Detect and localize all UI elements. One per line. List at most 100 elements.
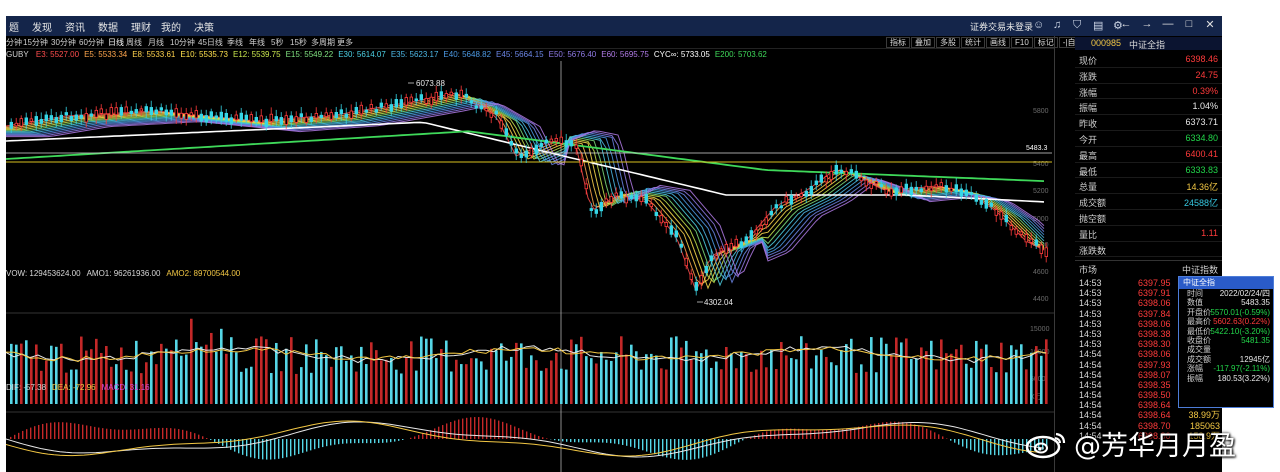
volume-bar [80,336,83,404]
user-icon[interactable]: ☺ [1033,19,1044,32]
notes-icon[interactable]: ▤ [1093,19,1104,32]
menu-data[interactable]: 数据 [98,19,118,34]
macd-bar [610,439,612,444]
period-weekly[interactable]: 周线 [126,37,142,48]
draw-line-button[interactable]: 画线 [986,37,1010,48]
candle-body [829,170,833,181]
period-1min[interactable]: 分钟 [6,37,22,48]
forward-icon[interactable]: → [1141,18,1153,31]
overlay-button[interactable]: 叠加 [911,37,935,48]
candle-body [674,230,678,238]
volume-bar [655,355,658,404]
macd-bar [194,433,196,439]
candle-body [874,181,878,185]
macd-bar [454,420,456,439]
volume-bar [640,369,643,404]
candle-body [804,190,808,197]
period-30min[interactable]: 30分钟 [51,37,76,48]
minimize-button[interactable]: — [1162,18,1174,31]
period-monthly[interactable]: 月线 [148,37,164,48]
tick-volume: 38.99万 [1188,410,1220,421]
macd-bar [82,424,84,439]
candle-body [474,105,478,109]
candle-body [554,138,558,142]
bell-icon[interactable]: ♫ [1053,19,1064,32]
stock-code[interactable]: 000985 [1091,38,1121,48]
period-45day[interactable]: 45日线 [198,37,223,48]
menu-discover[interactable]: 发现 [32,19,52,34]
volume-bar [865,371,868,404]
candle-body [144,106,148,113]
volume-bar [540,370,543,404]
tick-time: 14:53 [1079,328,1102,339]
candle-body [754,229,758,235]
period-quarter[interactable]: 季线 [227,37,243,48]
menu-decision[interactable]: 决策 [194,19,214,34]
period-15sec[interactable]: 15秒 [290,37,307,48]
macd-bar [162,427,164,439]
volume-bar [200,346,203,404]
statistics-button[interactable]: 统计 [961,37,985,48]
period-daily[interactable]: 日线 [108,37,124,48]
volume-bar [965,363,968,404]
macd-bar [530,433,532,439]
volume-bar [455,359,458,404]
candle-body [604,198,608,203]
volume-bar [210,332,213,404]
period-more[interactable]: 更多 [337,37,353,48]
macd-bar [90,426,92,439]
candle-body [679,243,683,248]
back-icon[interactable]: ← [1120,18,1132,31]
macd-bar [718,439,720,452]
candle-body [384,103,388,109]
period-10min[interactable]: 10分钟 [170,37,195,48]
volume-bar [660,368,663,404]
candle-body [564,140,568,148]
menu-news[interactable]: 资讯 [65,19,85,34]
volume-bar [960,344,963,404]
menu-finance[interactable]: 理财 [131,19,151,34]
macd-bar [582,439,584,443]
candle-body [129,110,133,114]
candle-body [894,187,898,196]
period-multi[interactable]: 多周期 [311,37,335,48]
period-15min[interactable]: 15分钟 [23,37,48,48]
candle-body [164,109,168,116]
period-5sec[interactable]: 5秒 [271,37,283,48]
candle-body [24,117,28,125]
indicator-button[interactable]: 指标 [886,37,910,48]
multi-stock-button[interactable]: 多股 [936,37,960,48]
macd-bar [982,439,984,454]
close-button[interactable]: ✕ [1204,18,1216,31]
candle-body [614,192,618,197]
tick-price: 6397.91 [1138,288,1171,299]
candle-body [74,114,78,121]
macd-bar [554,439,556,441]
menu-mine[interactable]: 我的 [161,19,181,34]
dif-line [6,421,1045,458]
kline-chart[interactable]: 5800540052005000480046004400150001000050… [6,61,1054,472]
menu-home[interactable]: 题 [9,19,19,34]
ma-legend-item: E30: 5614.07 [338,50,386,59]
period-yearly[interactable]: 年线 [249,37,265,48]
candle-body [189,112,193,116]
quote-row: 抛空额 [1075,210,1222,226]
f10-button[interactable]: F10 [1011,37,1033,48]
info-row: 数值 5483.35 [1179,298,1273,307]
volume-bar [625,354,628,404]
macd-bar [998,439,1000,456]
login-status[interactable]: 证券交易未登录 [970,20,1033,33]
macd-bar [390,439,392,443]
shirt-icon[interactable]: ⛉ [1073,19,1084,32]
macd-bar [686,439,688,460]
tick-price: 6397.95 [1138,278,1171,288]
candle-body [319,114,323,119]
candle-body [514,148,518,154]
stock-name[interactable]: 中证全指 [1129,38,1165,51]
maximize-button[interactable]: □ [1183,18,1195,31]
period-60min[interactable]: 60分钟 [79,37,104,48]
volume-bar [570,339,573,404]
candle-body [184,113,188,120]
macd-bar [542,437,544,439]
volume-bar [920,347,923,404]
